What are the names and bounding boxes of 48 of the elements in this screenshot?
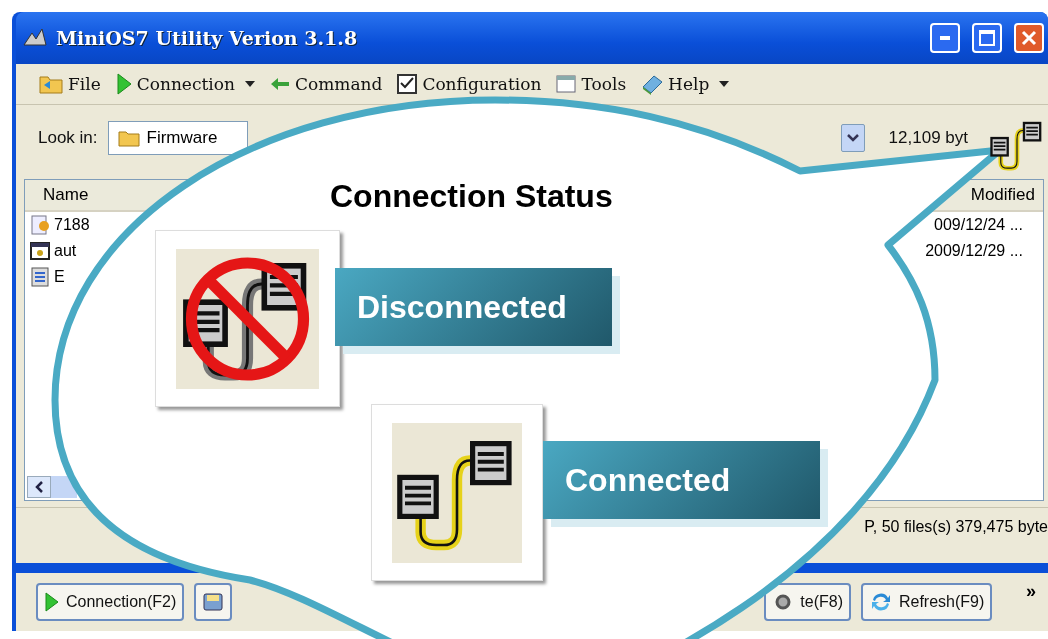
- minimize-button[interactable]: [930, 23, 960, 53]
- minimize-icon: [940, 36, 950, 40]
- function-key-button[interactable]: Refresh(F9): [860, 583, 993, 621]
- modified-date: 009/12/24 ...: [934, 216, 1023, 234]
- function-key-button[interactable]: [194, 583, 233, 621]
- toolbar-menu-button[interactable]: Help: [638, 73, 732, 95]
- toolbar-menu-button[interactable]: Tools: [553, 74, 629, 94]
- window-icon: [555, 74, 578, 94]
- chevron-left-icon: [35, 481, 43, 493]
- overflow-button[interactable]: »: [1026, 581, 1036, 602]
- function-key-button[interactable]: Connection(F2): [36, 583, 185, 621]
- play-icon: [114, 72, 133, 96]
- document-icon: [29, 266, 51, 288]
- checklist-icon: [396, 73, 419, 95]
- close-icon: [1021, 30, 1037, 46]
- look-in-dropdown[interactable]: Firmware: [107, 121, 248, 155]
- maximize-button[interactable]: [972, 23, 1002, 53]
- status-text: P, 50 files(s) 379,475 byte: [864, 518, 1048, 536]
- column-header[interactable]: Modified: [970, 185, 1035, 205]
- maximize-icon: [979, 30, 995, 46]
- toolbar-menu-button[interactable]: File: [36, 73, 103, 95]
- file-name[interactable]: 7188: [54, 216, 90, 234]
- folder-icon: [116, 128, 141, 148]
- horizontal-scrollbar[interactable]: [27, 476, 77, 498]
- play-icon: [44, 591, 60, 613]
- file-icon: [29, 214, 51, 236]
- scroll-left-button[interactable]: [27, 476, 51, 498]
- callout-title: Connection Status: [330, 178, 613, 215]
- modified-date: 2009/12/29 ...: [925, 242, 1023, 260]
- app-window-icon: [29, 240, 51, 262]
- app-logo-icon: [22, 27, 48, 49]
- chevron-down-icon: [846, 134, 859, 142]
- caret-icon: [719, 81, 730, 87]
- toolbar-menu-button[interactable]: Connection: [112, 72, 257, 96]
- file-name[interactable]: E: [54, 268, 65, 286]
- column-header[interactable]: Name: [43, 185, 89, 205]
- folder-size: 12,109 byt: [888, 128, 968, 148]
- function-key-button[interactable]: te(F8): [764, 583, 851, 621]
- folder-icon: [38, 73, 64, 95]
- file-name[interactable]: aut: [54, 242, 77, 260]
- toolbar-menu-button[interactable]: Configuration: [394, 73, 544, 95]
- window-title: MiniOS7 Utility Verion 3.1.8: [56, 27, 359, 49]
- caret-icon: [244, 81, 255, 87]
- dropdown-arrow-button[interactable]: [840, 124, 865, 152]
- toolbar-menu-button[interactable]: Command: [266, 74, 385, 94]
- look-in-label: Look in:: [38, 128, 98, 148]
- book-icon: [640, 73, 665, 95]
- close-button[interactable]: [1014, 23, 1044, 53]
